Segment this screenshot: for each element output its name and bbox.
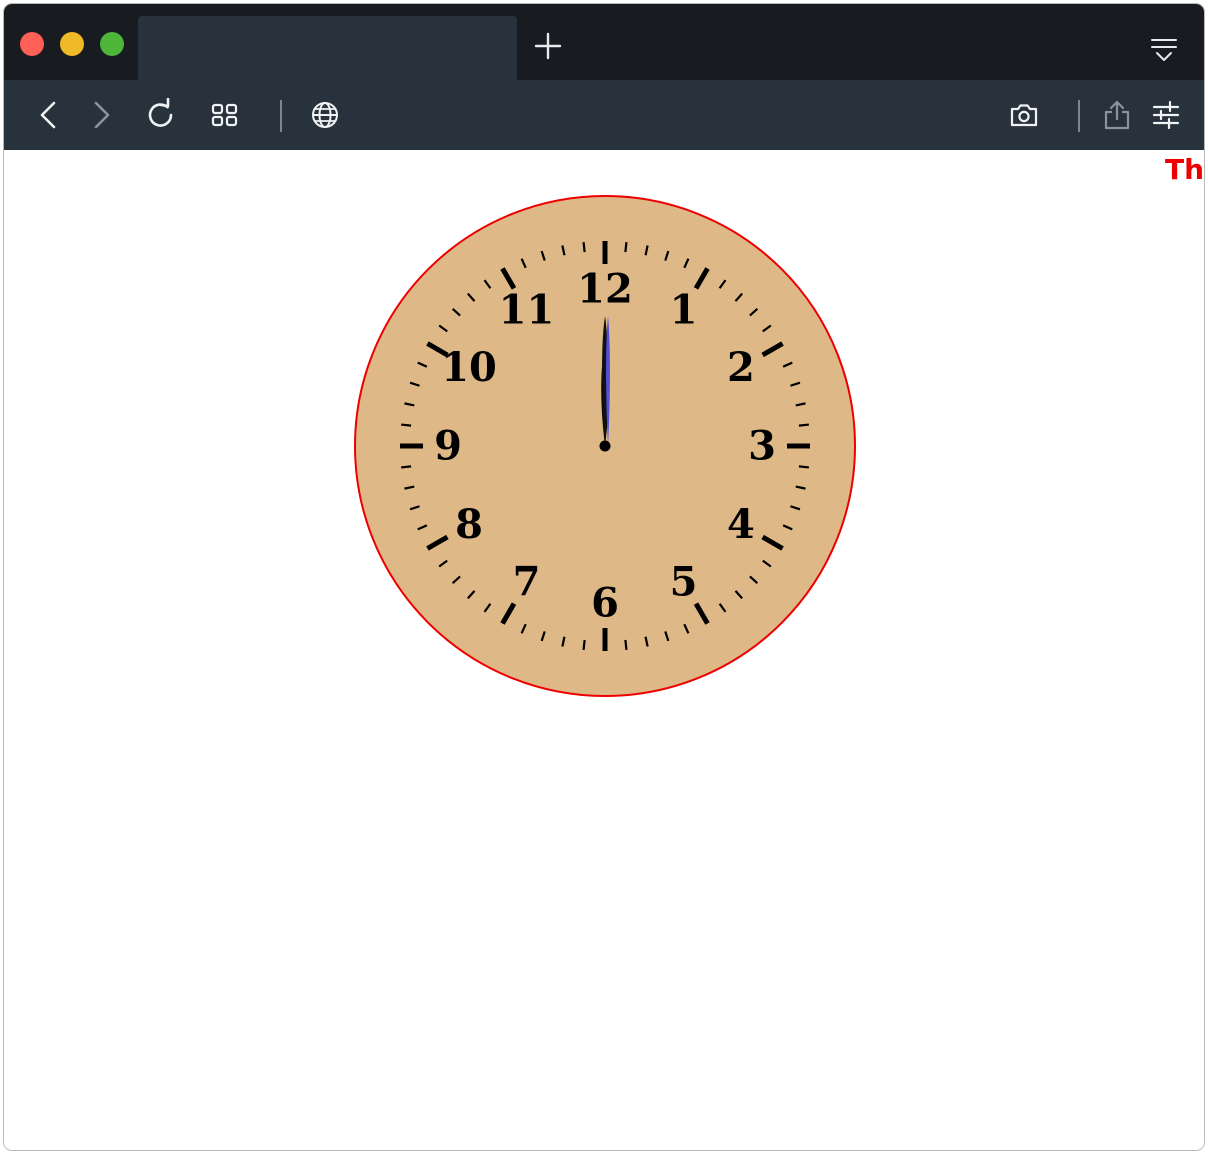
- clock-numeral-6: 6: [591, 580, 619, 627]
- minute-tick: [624, 242, 628, 253]
- clock-numeral-12: 12: [577, 266, 633, 313]
- plus-icon[interactable]: [532, 30, 564, 62]
- minute-tick: [582, 242, 586, 253]
- clock-center-pin: [599, 440, 611, 452]
- page-content: Th 12 1 2 3 4 5 6 7 8 9 10 11: [4, 150, 1204, 1150]
- globe-icon[interactable]: [308, 98, 342, 132]
- title-bar: [4, 4, 1204, 80]
- minute-tick: [624, 639, 628, 650]
- minute-tick: [798, 423, 809, 427]
- clock-numeral-2: 2: [727, 344, 755, 391]
- chevron-left-icon[interactable]: [32, 98, 66, 132]
- tab-list-icon[interactable]: [1148, 34, 1180, 64]
- clock-numeral-10: 10: [441, 344, 497, 391]
- clock-numeral-1: 1: [670, 287, 698, 334]
- browser-window: Th 12 1 2 3 4 5 6 7 8 9 10 11: [4, 4, 1204, 1150]
- clock-numeral-4: 4: [727, 501, 755, 548]
- toolbar: [4, 80, 1204, 150]
- clock-numeral-11: 11: [499, 287, 555, 334]
- minute-tick: [798, 465, 809, 469]
- minute-tick: [401, 465, 412, 469]
- grid-icon[interactable]: [208, 98, 242, 132]
- analog-clock: 12 1 2 3 4 5 6 7 8 9 10 11: [349, 190, 861, 702]
- minute-tick: [401, 423, 412, 427]
- clock-numeral-7: 7: [513, 558, 541, 605]
- minimize-button[interactable]: [60, 32, 84, 56]
- reload-icon[interactable]: [144, 98, 178, 132]
- clock-numeral-5: 5: [670, 558, 698, 605]
- clipped-heading-text: Th: [1165, 153, 1204, 186]
- toolbar-divider: [280, 100, 282, 132]
- camera-icon[interactable]: [1007, 98, 1041, 132]
- clock-numeral-9: 9: [434, 423, 462, 470]
- zoom-button[interactable]: [100, 32, 124, 56]
- clock-numeral-3: 3: [748, 423, 776, 470]
- chevron-right-icon[interactable]: [84, 98, 118, 132]
- clock-numeral-8: 8: [455, 501, 483, 548]
- active-tab[interactable]: [138, 16, 517, 80]
- share-icon[interactable]: [1100, 98, 1134, 132]
- minute-tick: [582, 639, 586, 650]
- close-button[interactable]: [20, 32, 44, 56]
- sliders-icon[interactable]: [1149, 98, 1183, 132]
- toolbar-divider: [1078, 100, 1080, 132]
